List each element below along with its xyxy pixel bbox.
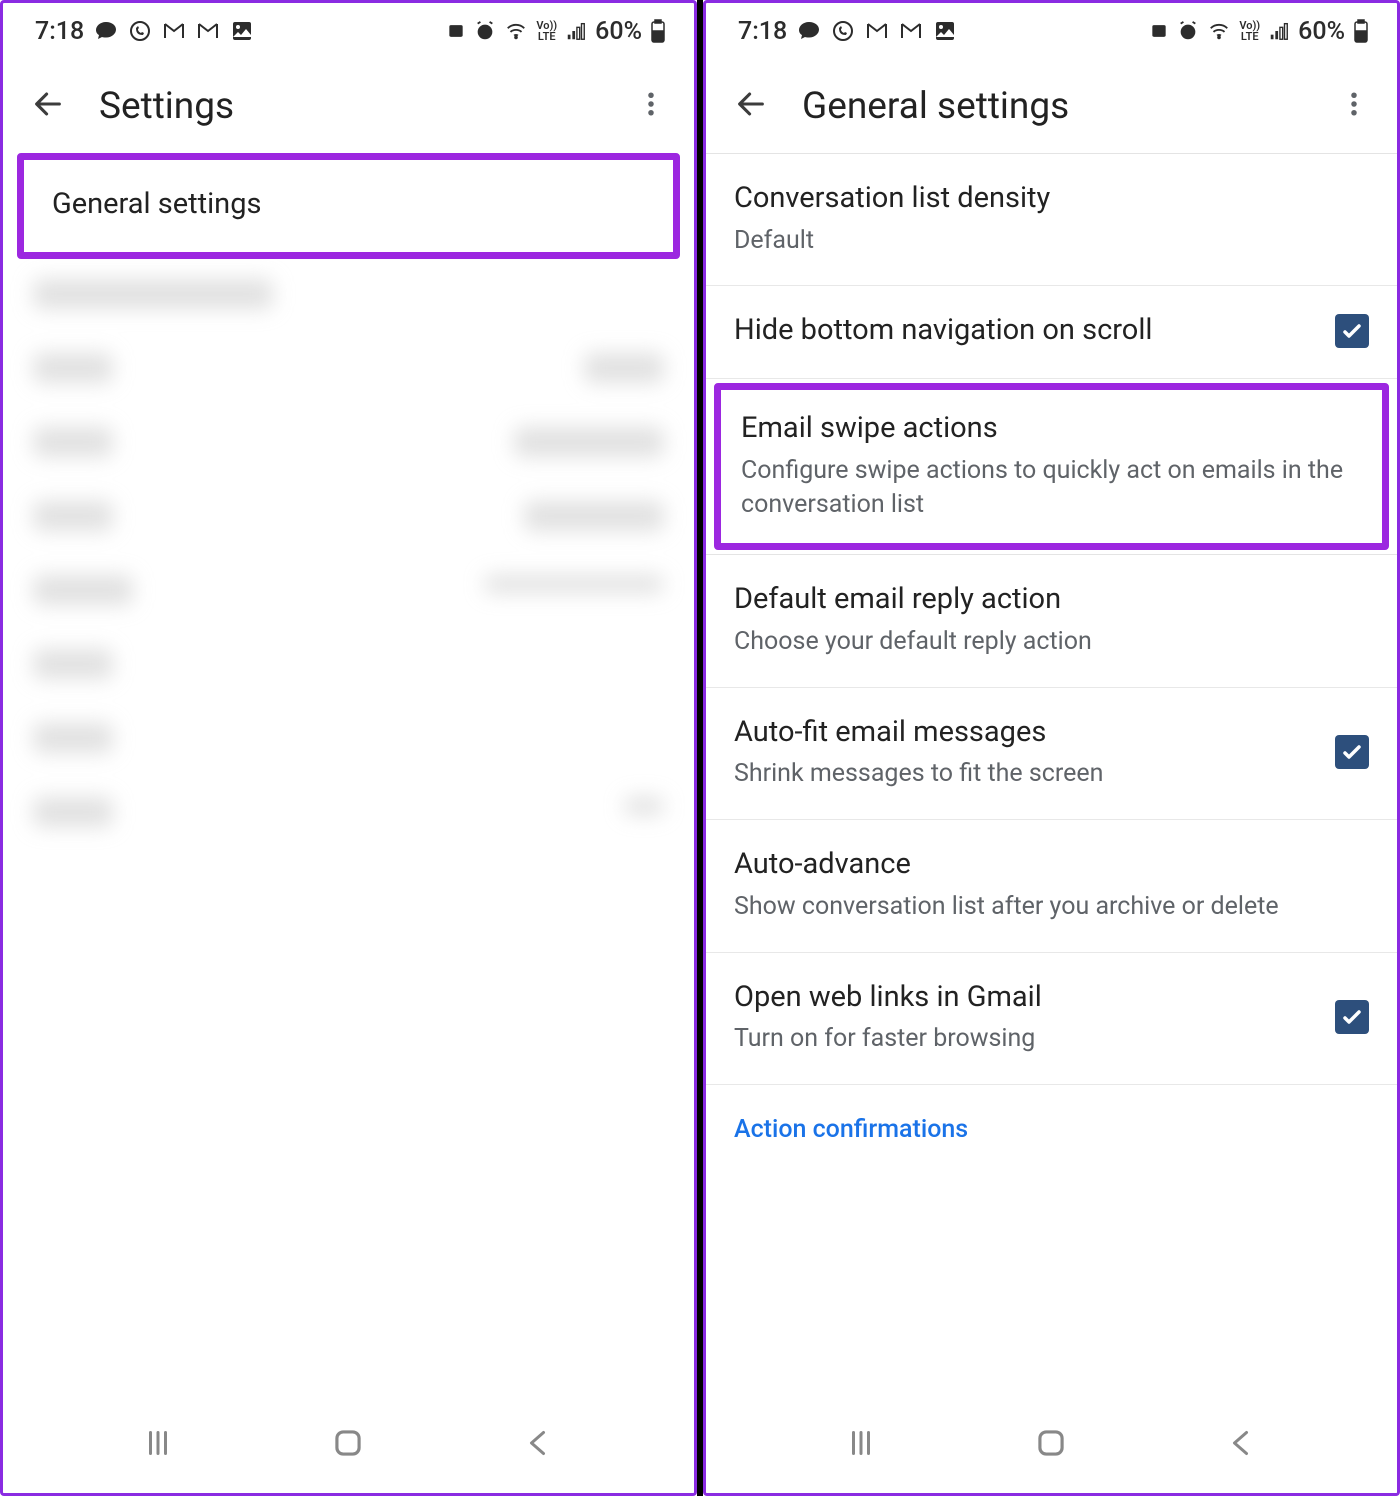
gmail-m-icon xyxy=(196,19,220,43)
whatsapp-icon xyxy=(831,19,855,43)
page-title: General settings xyxy=(802,85,1305,128)
phone-left: 7:18 Vo))LTE 60% Settings xyxy=(0,0,697,1496)
blurred-accounts xyxy=(3,259,694,847)
item-swipe[interactable]: Email swipe actions Configure swipe acti… xyxy=(721,390,1382,543)
status-time: 7:18 xyxy=(738,17,787,46)
wifi-icon xyxy=(504,20,528,42)
general-settings-highlight: General settings xyxy=(17,153,680,259)
gmail-m-icon xyxy=(899,19,923,43)
alarm-icon xyxy=(1177,20,1199,42)
item-title: Auto-fit email messages xyxy=(734,714,1317,752)
battery-percent: 60% xyxy=(1298,17,1345,46)
status-bar: 7:18 Vo))LTE 60% xyxy=(706,3,1397,59)
app-bar: General settings xyxy=(706,59,1397,153)
status-right: Vo))LTE 60% xyxy=(1149,17,1369,46)
wifi-icon xyxy=(1207,20,1231,42)
status-time: 7:18 xyxy=(35,17,84,46)
more-vert-icon xyxy=(1339,89,1369,119)
checkbox-checked[interactable] xyxy=(1335,735,1369,769)
page-title: Settings xyxy=(99,85,602,128)
section-header-action-confirmations: Action confirmations xyxy=(706,1085,1397,1144)
item-weblinks[interactable]: Open web links in Gmail Turn on for fast… xyxy=(706,953,1397,1085)
back-nav-icon xyxy=(521,1425,557,1461)
item-title: Open web links in Gmail xyxy=(734,979,1317,1017)
check-icon xyxy=(1340,1005,1364,1029)
item-title: Hide bottom navigation on scroll xyxy=(734,312,1317,350)
app-bar: Settings xyxy=(3,59,694,153)
chat-icon xyxy=(797,19,821,43)
android-nav-bar xyxy=(3,1397,694,1493)
home-icon xyxy=(1032,1424,1070,1462)
recents-button[interactable] xyxy=(843,1425,879,1465)
photo-icon xyxy=(230,19,254,43)
gmail-m-icon xyxy=(162,19,186,43)
home-icon xyxy=(329,1424,367,1462)
card-icon xyxy=(446,21,466,41)
back-button[interactable] xyxy=(25,81,71,131)
settings-list: Conversation list density Default Hide b… xyxy=(706,154,1397,1144)
gmail-m-icon xyxy=(865,19,889,43)
more-button[interactable] xyxy=(630,83,672,129)
item-sub: Show conversation list after you archive… xyxy=(734,890,1369,924)
item-sub: Shrink messages to fit the screen xyxy=(734,757,1317,791)
signal-icon xyxy=(1268,20,1290,42)
item-reply[interactable]: Default email reply action Choose your d… xyxy=(706,555,1397,687)
phone-right: 7:18 Vo))LTE 60% General settings xyxy=(703,0,1400,1496)
card-icon xyxy=(1149,21,1169,41)
photo-icon xyxy=(933,19,957,43)
volte-icon: Vo))LTE xyxy=(536,20,557,42)
checkbox-checked[interactable] xyxy=(1335,314,1369,348)
item-sub: Choose your default reply action xyxy=(734,625,1369,659)
status-bar: 7:18 Vo))LTE 60% xyxy=(3,3,694,59)
item-title: Auto-advance xyxy=(734,846,1369,884)
home-button[interactable] xyxy=(329,1424,367,1466)
item-density[interactable]: Conversation list density Default xyxy=(706,154,1397,286)
signal-icon xyxy=(565,20,587,42)
alarm-icon xyxy=(474,20,496,42)
status-right: Vo))LTE 60% xyxy=(446,17,666,46)
item-sub: Turn on for faster browsing xyxy=(734,1022,1317,1056)
battery-icon xyxy=(1353,19,1369,43)
arrow-back-icon xyxy=(31,87,65,121)
item-title: Conversation list density xyxy=(734,180,1369,218)
item-autofit[interactable]: Auto-fit email messages Shrink messages … xyxy=(706,688,1397,820)
recents-icon xyxy=(843,1425,879,1461)
list-item-general-settings[interactable]: General settings xyxy=(24,160,673,252)
back-button[interactable] xyxy=(728,81,774,131)
recents-icon xyxy=(140,1425,176,1461)
status-left: 7:18 xyxy=(738,17,957,46)
checkbox-checked[interactable] xyxy=(1335,1000,1369,1034)
home-button[interactable] xyxy=(1032,1424,1070,1466)
status-left: 7:18 xyxy=(35,17,254,46)
swipe-highlight: Email swipe actions Configure swipe acti… xyxy=(714,383,1389,550)
item-autoadv[interactable]: Auto-advance Show conversation list afte… xyxy=(706,820,1397,952)
back-nav-button[interactable] xyxy=(521,1425,557,1465)
battery-percent: 60% xyxy=(595,17,642,46)
item-sub: Default xyxy=(734,224,1369,258)
android-nav-bar xyxy=(706,1397,1397,1493)
volte-icon: Vo))LTE xyxy=(1239,20,1260,42)
item-title: Default email reply action xyxy=(734,581,1369,619)
back-nav-button[interactable] xyxy=(1224,1425,1260,1465)
general-settings-label: General settings xyxy=(52,186,645,224)
chat-icon xyxy=(94,19,118,43)
more-button[interactable] xyxy=(1333,83,1375,129)
item-hide-nav[interactable]: Hide bottom navigation on scroll xyxy=(706,286,1397,379)
more-vert-icon xyxy=(636,89,666,119)
arrow-back-icon xyxy=(734,87,768,121)
check-icon xyxy=(1340,319,1364,343)
item-sub: Configure swipe actions to quickly act o… xyxy=(741,454,1362,522)
battery-icon xyxy=(650,19,666,43)
item-title: Email swipe actions xyxy=(741,410,1362,448)
recents-button[interactable] xyxy=(140,1425,176,1465)
check-icon xyxy=(1340,740,1364,764)
back-nav-icon xyxy=(1224,1425,1260,1461)
whatsapp-icon xyxy=(128,19,152,43)
